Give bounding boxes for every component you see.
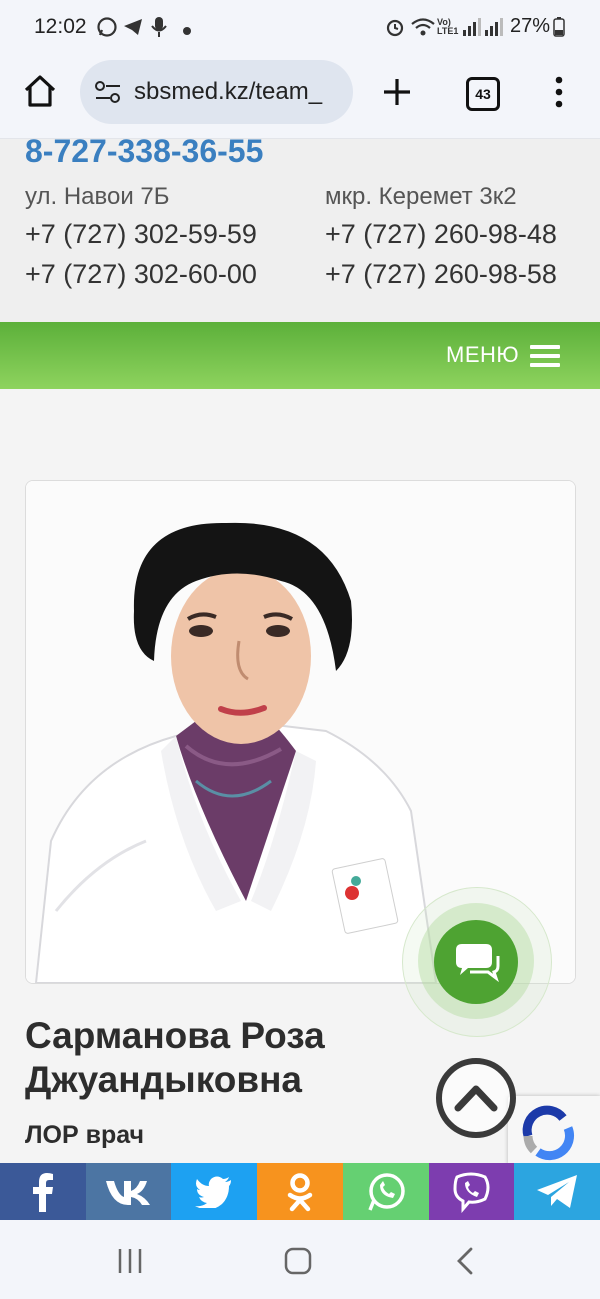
branch-phone[interactable]: +7 (727) 302-59-59 (25, 219, 257, 250)
home-icon[interactable] (22, 74, 58, 113)
vk-icon (105, 1180, 150, 1205)
new-tab-icon[interactable] (382, 77, 412, 112)
twitter-icon (195, 1176, 232, 1208)
main-phone[interactable]: 8-727-338-36-55 (25, 133, 263, 170)
branch-phone[interactable]: +7 (727) 260-98-48 (325, 219, 557, 250)
doctor-name-line: Сарманова Роза (25, 1015, 325, 1056)
signal-icon (484, 16, 504, 44)
facebook-share-button[interactable] (0, 1163, 86, 1220)
wifi-icon (410, 16, 436, 44)
branch-phone[interactable]: +7 (727) 302-60-00 (25, 259, 257, 290)
vk-share-button[interactable] (85, 1163, 172, 1220)
dot-icon (182, 20, 192, 42)
alarm-icon (385, 16, 405, 44)
signal-icon (462, 16, 482, 44)
battery-icon (553, 17, 565, 43)
hamburger-icon[interactable] (530, 345, 560, 367)
menu-label[interactable]: МЕНЮ (446, 342, 519, 368)
telegram-share-button[interactable] (514, 1163, 600, 1220)
branch-address: ул. Навои 7Б (25, 183, 170, 210)
viber-share-button[interactable] (428, 1163, 515, 1220)
chevron-up-icon (454, 1085, 498, 1112)
url-text[interactable]: sbsmed.kz/team_ (134, 78, 322, 106)
telegram-icon (537, 1174, 578, 1208)
home-nav-icon[interactable] (284, 1247, 312, 1280)
doctor-name: Сарманова Роза Джуандыковна (25, 1014, 445, 1102)
whatsapp-icon (96, 16, 118, 44)
more-icon[interactable] (554, 76, 564, 113)
whatsapp-icon (368, 1172, 405, 1211)
whatsapp-share-button[interactable] (342, 1163, 429, 1220)
battery-percent: 27% (510, 15, 551, 37)
odnoklassniki-icon (287, 1172, 313, 1211)
branch-address: мкр. Керемет 3к2 (325, 183, 517, 210)
branch-phone[interactable]: +7 (727) 260-98-58 (325, 259, 557, 290)
back-icon[interactable] (456, 1247, 474, 1280)
viber-icon (453, 1172, 490, 1213)
mic-icon (150, 16, 168, 44)
tabs-icon[interactable]: 43 (466, 77, 500, 111)
scroll-to-top-button[interactable] (436, 1058, 516, 1138)
twitter-share-button[interactable] (171, 1163, 258, 1220)
facebook-icon (32, 1172, 53, 1212)
chat-button[interactable] (434, 920, 518, 1004)
doctor-name-line: Джуандыковна (25, 1059, 302, 1100)
recaptcha-badge[interactable] (508, 1096, 600, 1166)
odnoklassniki-share-button[interactable] (257, 1163, 343, 1220)
recaptcha-icon (522, 1105, 575, 1161)
site-settings-icon[interactable] (94, 80, 122, 109)
doctor-role: ЛОР врач (25, 1121, 145, 1149)
volte-icon: Vo) LTE1 (437, 17, 459, 36)
share-bar (0, 1163, 600, 1220)
recent-apps-icon[interactable] (117, 1247, 143, 1280)
chat-icon (456, 944, 500, 983)
status-time: 12:02 (34, 15, 87, 38)
telegram-icon (122, 16, 144, 44)
